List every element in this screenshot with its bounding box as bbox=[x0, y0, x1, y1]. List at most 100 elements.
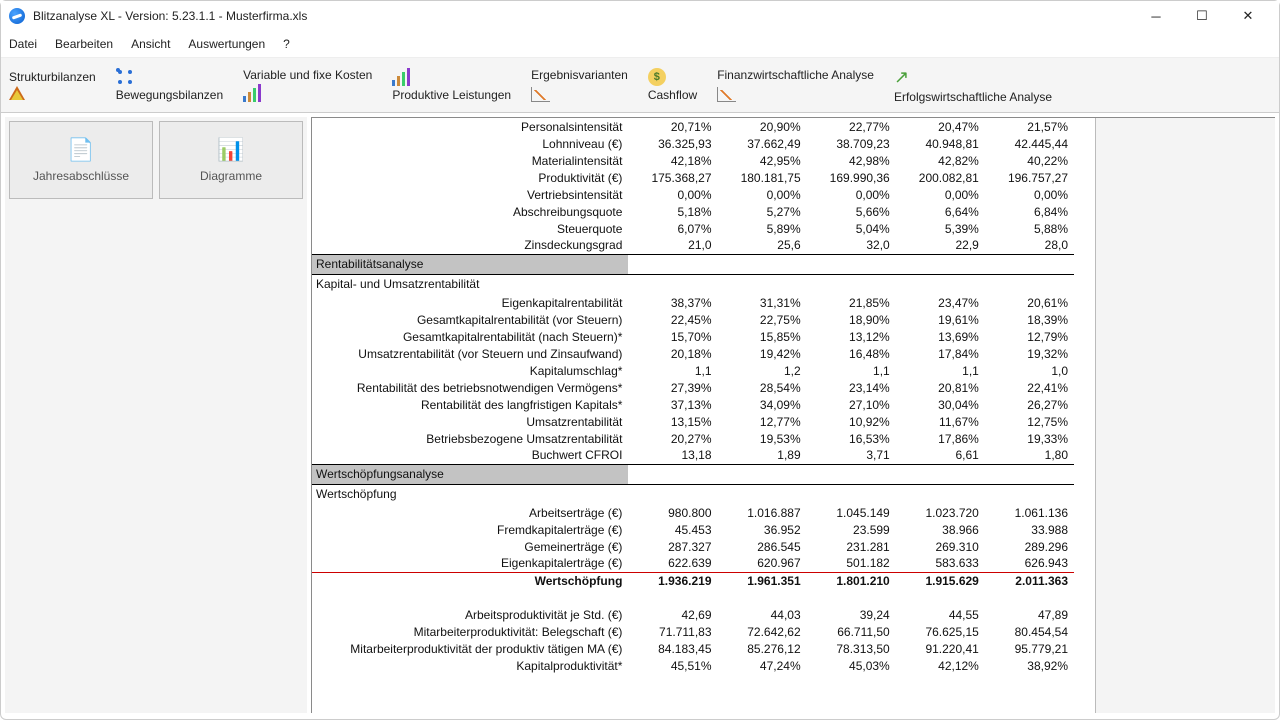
toolbar-cashflow[interactable]: Cashflow bbox=[648, 88, 697, 102]
toolbar-variable-fixe-icon[interactable] bbox=[243, 84, 372, 102]
cell-value: 20,18% bbox=[628, 345, 717, 362]
cell-value: 5,66% bbox=[807, 203, 896, 220]
section-header: Wertschöpfungsanalyse bbox=[312, 464, 1074, 484]
table-row: Wertschöpfung1.936.2191.961.3511.801.210… bbox=[312, 572, 1074, 589]
cell-value: 17,84% bbox=[896, 345, 985, 362]
title-bar: Blitzanalyse XL - Version: 5.23.1.1 - Mu… bbox=[1, 1, 1279, 31]
table-row: Kapitalumschlag*1,11,21,11,11,0 bbox=[312, 362, 1074, 379]
toolbar-cashflow-icon[interactable]: $ bbox=[648, 68, 697, 86]
toolbar-bewegungsbilanzen[interactable]: Bewegungsbilanzen bbox=[116, 88, 223, 102]
toolbar-variable-fixe[interactable]: Variable und fixe Kosten bbox=[243, 68, 372, 82]
document-icon: 📄 bbox=[67, 137, 94, 163]
cell-value: 37,13% bbox=[628, 396, 717, 413]
data-table: Personalsintensität20,71%20,90%22,77%20,… bbox=[312, 118, 1074, 674]
cell-value: 44,03 bbox=[718, 606, 807, 623]
row-label: Kapitalproduktivität* bbox=[312, 657, 628, 674]
cell-value: 17,86% bbox=[896, 430, 985, 447]
cell-value: 16,53% bbox=[807, 430, 896, 447]
row-label: Arbeitserträge (€) bbox=[312, 504, 628, 521]
cell-value: 0,00% bbox=[985, 186, 1074, 203]
cell-value: 15,85% bbox=[718, 328, 807, 345]
menu-help[interactable]: ? bbox=[283, 37, 290, 51]
row-label: Buchwert CFROI bbox=[312, 447, 628, 464]
menu-ansicht[interactable]: Ansicht bbox=[131, 37, 170, 51]
cell-value: 42,12% bbox=[896, 657, 985, 674]
toolbar-bewegungsbilanzen-icon[interactable] bbox=[116, 68, 223, 86]
toolbar-erfolg-icon[interactable]: ↗ bbox=[894, 67, 1052, 88]
row-label: Arbeitsproduktivität je Std. (€) bbox=[312, 606, 628, 623]
dots-icon bbox=[116, 68, 134, 86]
toolbar-strukturbilanzen-icon[interactable] bbox=[9, 86, 96, 100]
row-label: Personalsintensität bbox=[312, 118, 628, 135]
table-row: Fremdkapitalerträge (€)45.45336.95223.59… bbox=[312, 521, 1074, 538]
cell-value: 12,75% bbox=[985, 413, 1074, 430]
graph2-icon bbox=[717, 84, 735, 102]
cell-value: 95.779,21 bbox=[985, 640, 1074, 657]
menu-bearbeiten[interactable]: Bearbeiten bbox=[55, 37, 113, 51]
cell-value: 30,04% bbox=[896, 396, 985, 413]
arrow-up-icon: ↗ bbox=[894, 67, 909, 88]
cell-value: 85.276,12 bbox=[718, 640, 807, 657]
row-label: Produktivität (€) bbox=[312, 169, 628, 186]
cell-value: 27,39% bbox=[628, 379, 717, 396]
cell-value: 13,69% bbox=[896, 328, 985, 345]
cell-value: 20,27% bbox=[628, 430, 717, 447]
cell-value: 5,27% bbox=[718, 203, 807, 220]
cell-value: 44,55 bbox=[896, 606, 985, 623]
toolbar-strukturbilanzen[interactable]: Strukturbilanzen bbox=[9, 70, 96, 84]
cell-value: 1,1 bbox=[628, 362, 717, 379]
cell-value: 34,09% bbox=[718, 396, 807, 413]
cell-value: 28,0 bbox=[985, 237, 1074, 254]
sidebar-jahresabschluesse[interactable]: 📄 Jahresabschlüsse bbox=[9, 121, 153, 199]
row-label: Umsatzrentabilität bbox=[312, 413, 628, 430]
cell-value: 36.325,93 bbox=[628, 135, 717, 152]
toolbar-produktive-icon[interactable] bbox=[392, 68, 511, 86]
table-row: Gesamtkapitalrentabilität (vor Steuern)2… bbox=[312, 311, 1074, 328]
cell-value: 200.082,81 bbox=[896, 169, 985, 186]
toolbar-ergebnisvarianten[interactable]: Ergebnisvarianten bbox=[531, 68, 628, 82]
cell-value: 23.599 bbox=[807, 521, 896, 538]
table-row: Gesamtkapitalrentabilität (nach Steuern)… bbox=[312, 328, 1074, 345]
maximize-button[interactable]: ☐ bbox=[1179, 1, 1225, 31]
cell-value: 31,31% bbox=[718, 294, 807, 311]
cell-value: 18,39% bbox=[985, 311, 1074, 328]
cell-value: 1,2 bbox=[718, 362, 807, 379]
cell-value: 45,51% bbox=[628, 657, 717, 674]
cell-value: 22,75% bbox=[718, 311, 807, 328]
sheet-scroll[interactable]: Personalsintensität20,71%20,90%22,77%20,… bbox=[312, 118, 1095, 713]
cell-value: 20,47% bbox=[896, 118, 985, 135]
cell-value: 45,03% bbox=[807, 657, 896, 674]
sidebar-diagramme[interactable]: 📊 Diagramme bbox=[159, 121, 303, 199]
subsection-title: Kapital- und Umsatzrentabilität bbox=[312, 274, 1074, 294]
cell-value: 13,18 bbox=[628, 447, 717, 464]
cell-value: 1.801.210 bbox=[807, 572, 896, 589]
toolbar-ergebnisvarianten-icon[interactable] bbox=[531, 84, 628, 102]
minimize-button[interactable]: ─ bbox=[1133, 1, 1179, 31]
cell-value: 626.943 bbox=[985, 555, 1074, 572]
section-header: Rentabilitätsanalyse bbox=[312, 254, 1074, 274]
cell-value: 13,12% bbox=[807, 328, 896, 345]
section-spacer bbox=[628, 254, 1074, 274]
subsection-title: Wertschöpfung bbox=[312, 484, 1074, 504]
cell-value: 78.313,50 bbox=[807, 640, 896, 657]
cell-value: 5,04% bbox=[807, 220, 896, 237]
toolbar-finanz-icon[interactable] bbox=[717, 84, 874, 102]
row-label: Zinsdeckungsgrad bbox=[312, 237, 628, 254]
menu-datei[interactable]: Datei bbox=[9, 37, 37, 51]
subsection-header: Kapital- und Umsatzrentabilität bbox=[312, 274, 1074, 294]
toolbar-erfolg[interactable]: Erfolgswirtschaftliche Analyse bbox=[894, 90, 1052, 104]
cell-value: 10,92% bbox=[807, 413, 896, 430]
bars-icon bbox=[243, 84, 261, 102]
close-button[interactable]: ✕ bbox=[1225, 1, 1271, 31]
cell-value: 27,10% bbox=[807, 396, 896, 413]
toolbar-finanz[interactable]: Finanzwirtschaftliche Analyse bbox=[717, 68, 874, 82]
cell-value: 196.757,27 bbox=[985, 169, 1074, 186]
cell-value: 6,64% bbox=[896, 203, 985, 220]
toolbar-produktive[interactable]: Produktive Leistungen bbox=[392, 88, 511, 102]
cell-value: 84.183,45 bbox=[628, 640, 717, 657]
table-row: Personalsintensität20,71%20,90%22,77%20,… bbox=[312, 118, 1074, 135]
cell-value: 1,89 bbox=[718, 447, 807, 464]
cell-value: 38.966 bbox=[896, 521, 985, 538]
dollar-icon: $ bbox=[648, 68, 666, 86]
menu-auswertungen[interactable]: Auswertungen bbox=[188, 37, 265, 51]
